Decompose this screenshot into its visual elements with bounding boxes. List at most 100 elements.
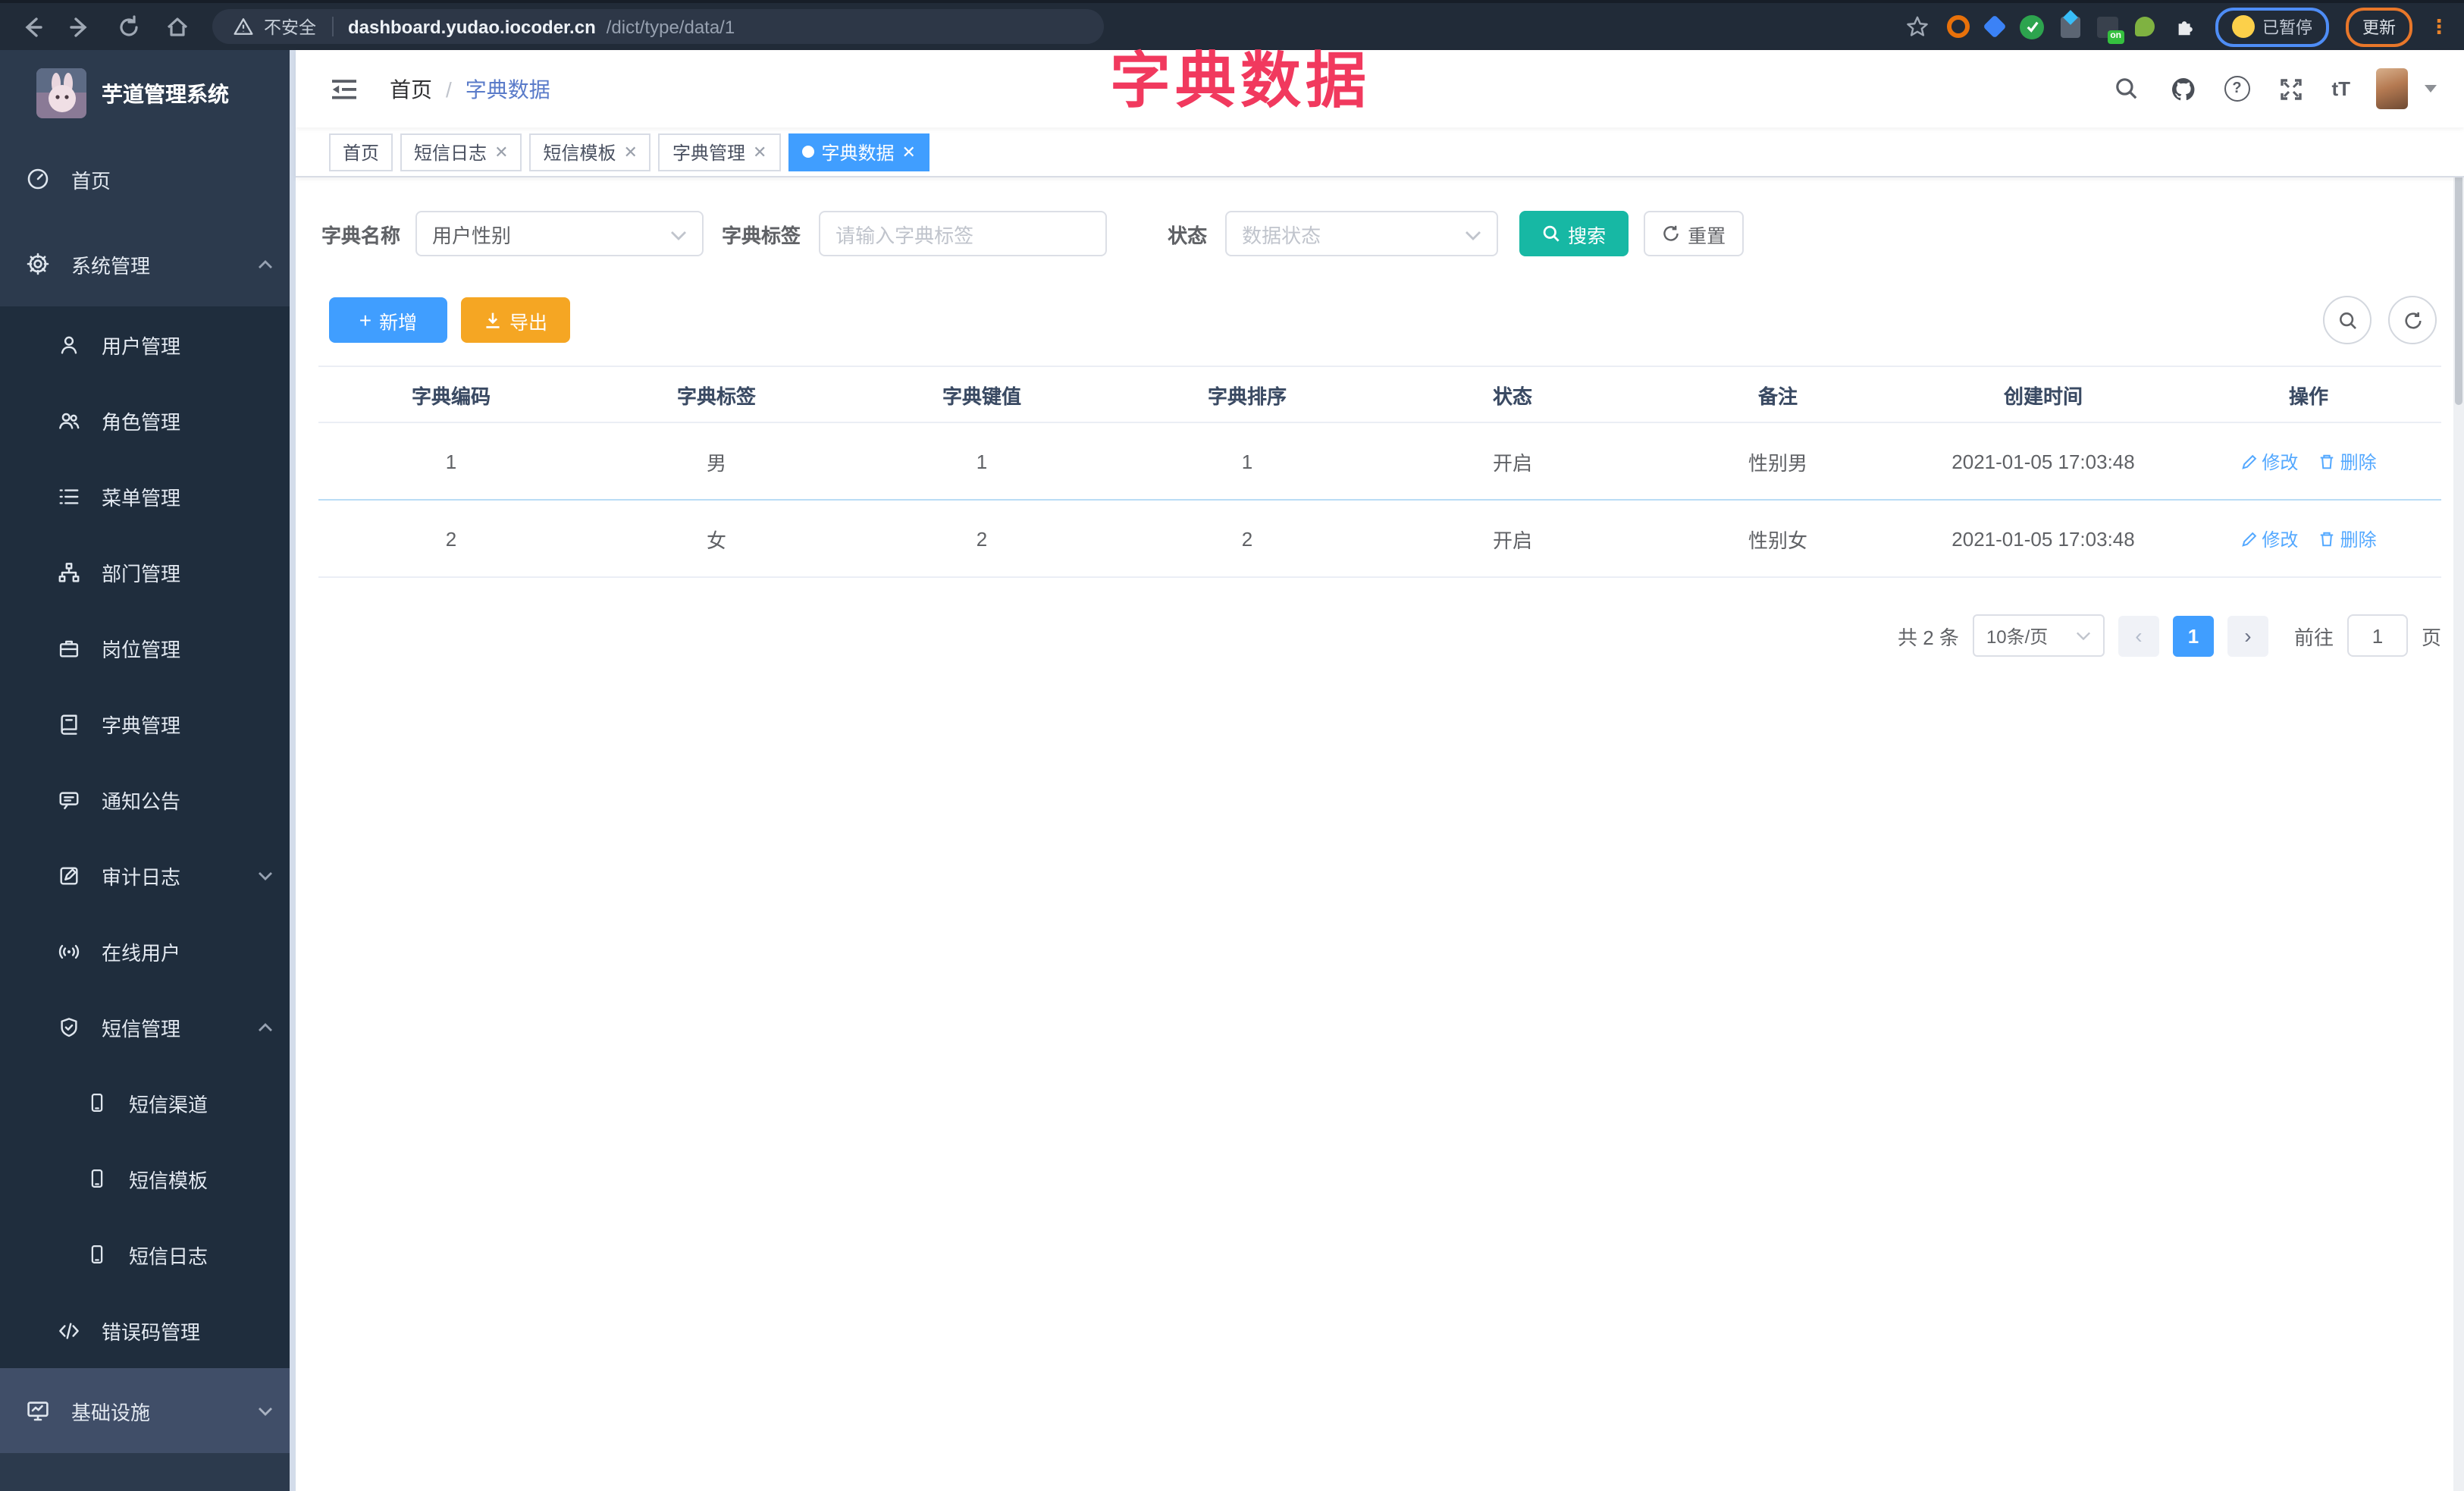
sidebar-item-label: 岗位管理 bbox=[102, 638, 181, 661]
bookmark-star-icon[interactable] bbox=[1903, 13, 1930, 40]
breadcrumb-home[interactable]: 首页 bbox=[390, 74, 432, 104]
cell-sort: 2 bbox=[1114, 500, 1380, 578]
reset-button[interactable]: 重置 bbox=[1644, 211, 1745, 256]
goto-page-input[interactable] bbox=[2346, 614, 2408, 657]
delete-link[interactable]: 删除 bbox=[2319, 448, 2377, 474]
close-icon[interactable]: ✕ bbox=[624, 142, 638, 162]
dict-tag-input[interactable]: 请输入字典标签 bbox=[819, 211, 1108, 256]
edit-link[interactable]: 修改 bbox=[2240, 526, 2298, 551]
sidebar-item-error-codes[interactable]: 错误码管理 bbox=[0, 1292, 296, 1368]
online-signal-icon bbox=[58, 943, 80, 959]
current-page-button[interactable]: 1 bbox=[2172, 615, 2214, 656]
page-scrollbar[interactable] bbox=[2453, 50, 2464, 1491]
cell-code: 2 bbox=[318, 500, 584, 578]
collapse-sidebar-icon[interactable] bbox=[331, 77, 358, 101]
extensions-puzzle-icon[interactable] bbox=[2171, 13, 2199, 40]
tab-dict-manage[interactable]: 字典管理 ✕ bbox=[658, 133, 781, 171]
sidebar-scrollbar[interactable] bbox=[290, 50, 296, 1491]
extension-blue-icon[interactable] bbox=[1983, 14, 2007, 39]
sidebar-item-audit-log[interactable]: 审计日志 bbox=[0, 837, 296, 913]
sidebar-item-label: 错误码管理 bbox=[102, 1320, 201, 1343]
extension-stats-icon[interactable] bbox=[2061, 9, 2080, 37]
extension-leaf-icon[interactable] bbox=[2135, 17, 2155, 36]
sidebar-item-notices[interactable]: 通知公告 bbox=[0, 761, 296, 837]
sidebar-item-online-users[interactable]: 在线用户 bbox=[0, 913, 296, 989]
next-page-button[interactable]: › bbox=[2227, 615, 2268, 656]
browser-update-button[interactable]: 更新 bbox=[2346, 7, 2412, 46]
edit-icon bbox=[2241, 531, 2256, 546]
cell-created: 2021-01-05 17:03:48 bbox=[1911, 500, 2176, 578]
phone-icon bbox=[91, 1094, 103, 1112]
sidebar-item-posts[interactable]: 岗位管理 bbox=[0, 610, 296, 686]
add-button-label: 新增 bbox=[379, 312, 418, 333]
sidebar-item-sms-log[interactable]: 短信日志 bbox=[0, 1216, 296, 1292]
extension-orange-icon[interactable] bbox=[1947, 15, 1970, 38]
address-bar[interactable]: 不安全 dashboard.yudao.iocoder.cn/dict/type… bbox=[212, 9, 1104, 44]
font-size-icon[interactable]: tT bbox=[2331, 77, 2350, 100]
column-header: 字典键值 bbox=[849, 366, 1114, 423]
sidebar-item-home[interactable]: 首页 bbox=[0, 137, 296, 221]
sidebar-item-system[interactable]: 系统管理 bbox=[0, 221, 296, 306]
fullscreen-icon[interactable] bbox=[2275, 74, 2306, 104]
security-label: 不安全 bbox=[264, 19, 316, 37]
sidebar-item-label: 首页 bbox=[71, 169, 111, 192]
extension-on-badge-icon[interactable]: on bbox=[2097, 16, 2124, 43]
sidebar-item-infrastructure[interactable]: 基础设施 bbox=[0, 1368, 296, 1453]
extension-green-check-icon[interactable] bbox=[2020, 14, 2044, 39]
prev-page-button[interactable]: ‹ bbox=[2118, 615, 2159, 656]
status-placeholder: 数据状态 bbox=[1242, 224, 1321, 246]
close-icon[interactable]: ✕ bbox=[494, 142, 508, 162]
sidebar-item-menus[interactable]: 菜单管理 bbox=[0, 458, 296, 534]
annotation-title: 字典数据 bbox=[1110, 49, 1371, 115]
status-select[interactable]: 数据状态 bbox=[1225, 211, 1499, 256]
tab-sms-log[interactable]: 短信日志 ✕ bbox=[400, 133, 522, 171]
github-icon[interactable] bbox=[2168, 74, 2198, 104]
tab-sms-template[interactable]: 短信模板 ✕ bbox=[529, 133, 651, 171]
profile-paused-badge[interactable]: 已暂停 bbox=[2215, 7, 2329, 46]
breadcrumb-current[interactable]: 字典数据 bbox=[466, 74, 550, 104]
export-button[interactable]: 导出 bbox=[461, 297, 570, 343]
url-domain: dashboard.yudao.iocoder.cn bbox=[348, 16, 596, 37]
sidebar-item-sms-template[interactable]: 短信模板 bbox=[0, 1141, 296, 1216]
refresh-table-button[interactable] bbox=[2388, 296, 2437, 344]
avatar-caret-icon[interactable] bbox=[2425, 85, 2437, 93]
toggle-search-button[interactable] bbox=[2323, 296, 2372, 344]
shield-check-icon bbox=[61, 1017, 77, 1037]
home-icon[interactable] bbox=[164, 13, 191, 40]
edit-label: 修改 bbox=[2262, 529, 2299, 550]
sidebar-item-users[interactable]: 用户管理 bbox=[0, 306, 296, 382]
sidebar-item-departments[interactable]: 部门管理 bbox=[0, 534, 296, 610]
page-size-select[interactable]: 10条/页 bbox=[1972, 614, 2105, 657]
edit-label: 修改 bbox=[2262, 451, 2299, 472]
sidebar-item-sms-channel[interactable]: 短信渠道 bbox=[0, 1065, 296, 1141]
briefcase-icon bbox=[59, 639, 79, 657]
help-icon[interactable]: ? bbox=[2224, 76, 2250, 102]
sidebar-item-roles[interactable]: 角色管理 bbox=[0, 382, 296, 458]
back-icon[interactable] bbox=[18, 13, 45, 40]
search-button[interactable]: 搜索 bbox=[1519, 211, 1629, 256]
search-icon bbox=[2339, 312, 2356, 328]
app-logo-row[interactable]: 芋道管理系统 bbox=[0, 50, 296, 137]
sidebar-item-dict[interactable]: 字典管理 bbox=[0, 686, 296, 761]
close-icon[interactable]: ✕ bbox=[901, 142, 915, 162]
reload-icon[interactable] bbox=[115, 13, 143, 40]
navbar: 首页 / 字典数据 ? tT bbox=[296, 50, 2464, 127]
edit-link[interactable]: 修改 bbox=[2240, 448, 2298, 474]
chevron-down-icon bbox=[259, 1407, 272, 1415]
delete-link[interactable]: 删除 bbox=[2319, 526, 2377, 551]
sidebar-item-sms[interactable]: 短信管理 bbox=[0, 989, 296, 1065]
tab-home[interactable]: 首页 bbox=[329, 133, 393, 171]
page-content: 字典名称 用户性别 字典标签 请输入字典标签 状态 数据状态 搜索 重置 + 新… bbox=[296, 177, 2464, 1491]
cell-value: 1 bbox=[849, 422, 1114, 501]
tab-dict-data[interactable]: 字典数据 ✕ bbox=[788, 133, 929, 171]
add-button[interactable]: + 新增 bbox=[329, 297, 447, 343]
column-header: 字典编码 bbox=[318, 366, 584, 423]
dict-name-select[interactable]: 用户性别 bbox=[415, 211, 704, 256]
gear-icon bbox=[27, 253, 49, 275]
browser-menu-icon[interactable]: ⋮ bbox=[2429, 17, 2449, 36]
forward-icon[interactable] bbox=[67, 13, 94, 40]
close-icon[interactable]: ✕ bbox=[753, 142, 766, 162]
search-icon[interactable] bbox=[2111, 74, 2142, 104]
user-avatar[interactable] bbox=[2376, 68, 2408, 109]
cell-status: 开启 bbox=[1380, 500, 1645, 578]
